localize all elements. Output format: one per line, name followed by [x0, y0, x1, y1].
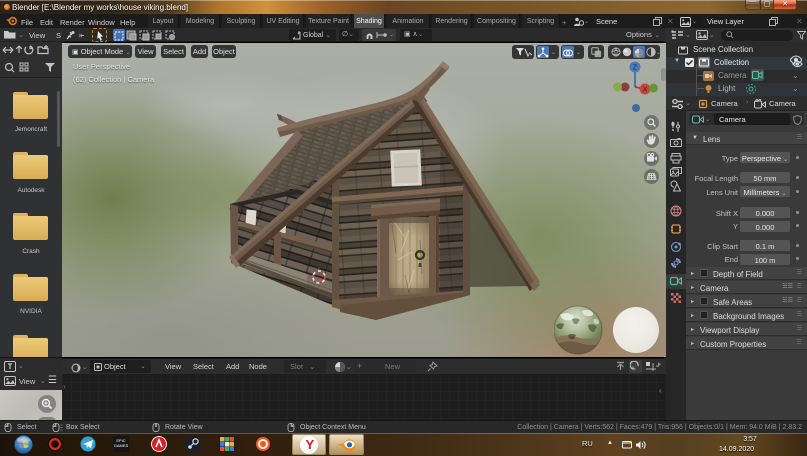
svg-text:X: X: [643, 87, 648, 94]
svg-text:Z: Z: [633, 65, 638, 72]
